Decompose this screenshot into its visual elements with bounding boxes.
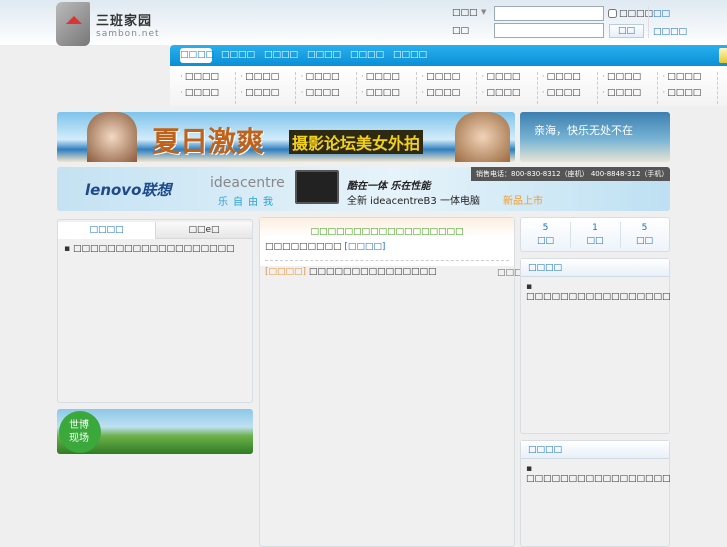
subnav-link[interactable]: □□□□ <box>662 88 701 98</box>
divider <box>476 72 478 104</box>
banner-headline: 酷在一体 乐在性能 <box>347 181 431 192</box>
logo-domain: sambon.net <box>96 29 160 39</box>
login-button[interactable]: □□ <box>609 24 644 38</box>
house-logo-icon <box>56 2 90 46</box>
model-photo <box>455 112 510 162</box>
sales-hotline: 销售电话：800-830-8312（座机） 400-8848-312（手机） <box>471 167 670 181</box>
divider <box>717 72 719 104</box>
subnav-link[interactable]: □□□□ <box>421 72 460 82</box>
subnav-link[interactable]: □□□□ <box>662 72 701 82</box>
subnav-link[interactable]: □□□□ <box>482 88 520 98</box>
forgot-password-link[interactable]: □□□□ <box>653 27 687 37</box>
subnav-link[interactable]: □□□□ <box>301 88 339 98</box>
banner-subtitle: 摄影论坛美女外拍 <box>289 130 424 154</box>
subnav-link[interactable]: □□□□ <box>240 88 279 98</box>
post-meta: □□□ <box>497 268 523 278</box>
nav-tab-home[interactable]: □□□□ <box>180 48 214 63</box>
stat-value: 5 <box>641 223 648 233</box>
list-item-label: □□□□□□□□□□□□□□□□□ <box>526 292 671 302</box>
stats-panel: 5 □□ 1 □□ 5 □□ <box>520 217 670 252</box>
subnav-link[interactable]: □□□□ <box>602 72 641 82</box>
expo-banner[interactable]: 世博现场 <box>57 409 253 454</box>
main-nav: □□□□ □□□□ □□□□ □□□□ □□□□ □□□□ <box>170 45 727 66</box>
nav-tab[interactable]: □□□□ <box>221 48 255 63</box>
subnav-link[interactable]: □□□□ <box>240 72 279 82</box>
tab-left-1[interactable]: □□□□ <box>58 222 155 239</box>
sea-slogan: 亲海，快乐无处不在 <box>534 124 633 137</box>
lenovo-logo: lenovo联想 <box>85 181 172 199</box>
subnav-link[interactable]: □□□□ <box>482 72 520 82</box>
product-name: 全新 ideacentreB3 一体电脑 <box>347 196 480 207</box>
post-title[interactable]: □□□□□□□□□□□□□□□ <box>309 267 437 277</box>
site-logo[interactable]: 三班家园 sambon.net <box>56 2 159 46</box>
right-box-2: □□□□ ▪ □□□□□□□□□□□□□□□□□ <box>520 440 671 547</box>
summer-photo-banner[interactable]: 夏日激爽 摄影论坛美女外拍 <box>57 112 515 162</box>
subnav-link[interactable]: □□□□ <box>361 72 400 82</box>
search-type-select[interactable]: □□□ <box>452 8 478 18</box>
divider <box>657 72 659 104</box>
left-panel: □□□□ □□e□ ▪ □□□□□□□□□□□□□□□□□□□ <box>57 219 253 403</box>
new-product-tag: 新品上市 <box>503 196 543 207</box>
box-title: □□□□ <box>521 441 669 459</box>
sea-banner[interactable]: 亲海，快乐无处不在 <box>520 112 670 162</box>
subtitle-link[interactable]: [□□□□] <box>344 242 385 252</box>
stat-label[interactable]: □□ <box>620 236 669 246</box>
middle-panel: □□□□□□□□□□□□□□□□□□ □□□□□□□□□ [□□□□] [□□□… <box>259 217 523 547</box>
divider <box>355 72 357 104</box>
nav-tab[interactable]: □□□□ <box>393 48 427 63</box>
list-item[interactable]: ▪ □□□□□□□□□□□□□□□□□□□ <box>64 244 235 254</box>
nav-tab[interactable]: □□□□ <box>264 48 298 63</box>
subnav-link[interactable]: □□□□ <box>180 72 219 82</box>
computer-image <box>295 170 339 204</box>
banner-title: 夏日激爽 <box>152 125 265 158</box>
model-photo <box>87 112 137 162</box>
tab-left-2[interactable]: □□e□ <box>155 222 252 239</box>
password-label: □□ <box>452 26 470 36</box>
box-title: □□□□ <box>521 259 669 277</box>
divider <box>536 72 538 104</box>
divider <box>415 72 417 104</box>
list-item-label: □□□□□□□□□□□□□□□□□ <box>526 474 671 484</box>
nav-tab[interactable]: □□□□ <box>307 48 341 63</box>
stat-label[interactable]: □□ <box>570 236 620 246</box>
username-input[interactable] <box>494 6 604 21</box>
idea-slogan: 乐自由我 <box>218 197 278 208</box>
subnav-link[interactable]: □□□□ <box>421 88 460 98</box>
stat-label[interactable]: □□ <box>521 236 570 246</box>
remember-checkbox[interactable] <box>608 9 617 18</box>
password-input[interactable] <box>494 23 604 38</box>
ideacentre-logo: ideacentre <box>210 175 285 191</box>
post-row[interactable]: [□□□□] □□□□□□□□□□□□□□□ <box>265 267 436 277</box>
subnav-link[interactable]: □□□□ <box>542 72 581 82</box>
middle-subtitle: □□□□□□□□□ [□□□□] <box>265 242 385 252</box>
subnav-link[interactable]: □□□□ <box>361 88 400 98</box>
subnav-link[interactable]: □□□□ <box>542 88 581 98</box>
divider <box>295 72 297 104</box>
register-link[interactable]: □□ <box>653 9 670 19</box>
subtitle-text: □□□□□□□□□ <box>265 242 342 252</box>
divider <box>596 72 598 104</box>
roof-icon <box>66 16 82 24</box>
post-tag[interactable]: [□□□□] <box>265 267 306 277</box>
nav-tab[interactable]: □□□□ <box>350 48 384 63</box>
subnav-link[interactable]: □□□□ <box>602 88 641 98</box>
middle-title[interactable]: □□□□□□□□□□□□□□□□□□ <box>260 227 514 237</box>
divider <box>265 260 509 261</box>
expo-text: 世博现场 <box>69 420 89 444</box>
subnav-link[interactable]: □□□□ <box>180 88 219 98</box>
lenovo-banner[interactable]: lenovo联想 ideacentre 乐自由我 销售电话：800-830-83… <box>57 167 670 211</box>
divider <box>648 6 649 38</box>
nav-side-button[interactable] <box>719 48 727 63</box>
stat-value: 1 <box>592 223 598 233</box>
stat-value: 5 <box>542 223 549 233</box>
divider <box>235 72 236 104</box>
right-box-1: □□□□ ▪ □□□□□□□□□□□□□□□□□ <box>520 258 671 434</box>
list-item[interactable]: ▪ □□□□□□□□□□□□□□□□□ <box>526 464 671 484</box>
subnav-link[interactable]: □□□□ <box>301 72 339 82</box>
list-item-label: □□□□□□□□□□□□□□□□□□□ <box>72 244 235 254</box>
logo-text: 三班家园 <box>96 14 153 29</box>
chevron-down-icon[interactable]: ▼ <box>481 8 486 16</box>
list-item[interactable]: ▪ □□□□□□□□□□□□□□□□□ <box>526 282 671 302</box>
